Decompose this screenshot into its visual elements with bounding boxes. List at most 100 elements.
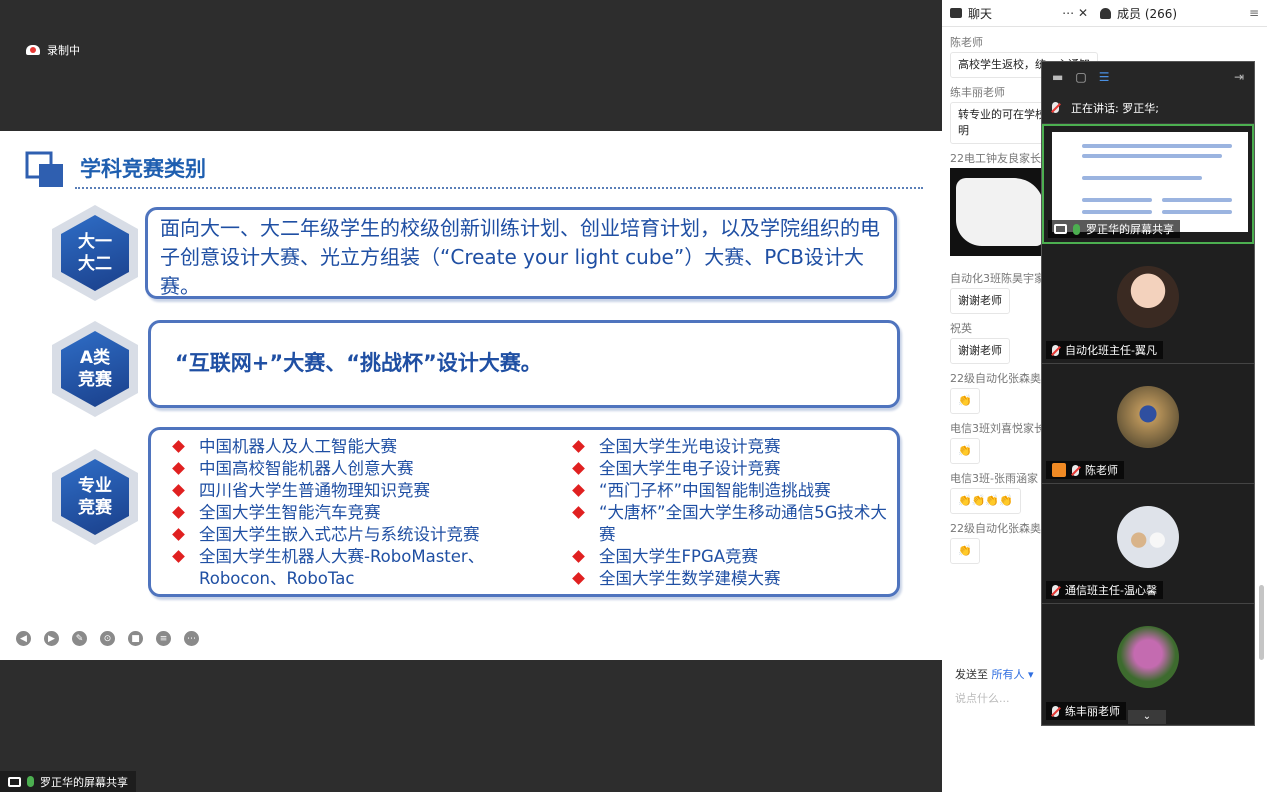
- hex-label: A类: [79, 348, 111, 368]
- hex-label: 专业: [78, 476, 112, 496]
- participant-name: 练丰丽老师: [1065, 705, 1120, 718]
- hex-badge-freshmen: 大一 大二: [52, 205, 138, 301]
- mic-icon: [1073, 223, 1080, 235]
- video-tile-label: 通信班主任-温心馨: [1046, 581, 1163, 599]
- chat-bubble: 谢谢老师: [950, 338, 1010, 364]
- video-tile-participant[interactable]: 通信班主任-温心馨: [1042, 484, 1254, 604]
- list-item: “西门子杯”中国智能制造挑战赛: [571, 480, 891, 502]
- list-item: 全国大学生嵌入式芯片与系统设计竞赛: [171, 524, 571, 546]
- chat-bubble: 👏: [950, 388, 980, 414]
- chat-more-icon[interactable]: ⋯ ✕: [1062, 6, 1088, 20]
- host-icon: [1052, 463, 1066, 477]
- slide-title: 学科竞赛类别: [80, 157, 206, 181]
- tab-members-label: 成员 (266): [1117, 6, 1178, 21]
- muted-mic-icon: [1052, 584, 1059, 596]
- video-panel-toolbar: ▬ ▢ ☰ ⇥: [1042, 62, 1254, 92]
- avatar: [1117, 626, 1179, 688]
- hex-badge-professional: 专业 竞赛: [52, 449, 138, 545]
- list-item: 全国大学生FPGA竞赛: [571, 546, 891, 568]
- chat-bubble: 👏: [950, 438, 980, 464]
- list-item: “大唐杯”全国大学生移动通信5G技术大赛: [571, 502, 891, 546]
- screen-share-icon: [1054, 224, 1067, 234]
- list-item: 全国大学生电子设计竞赛: [571, 458, 891, 480]
- chat-bubble: 👏👏👏👏: [950, 488, 1021, 514]
- chat-bubble: 谢谢老师: [950, 288, 1010, 314]
- hex-label: 大一: [78, 232, 112, 252]
- hex-label: 竞赛: [78, 370, 112, 390]
- more-icon[interactable]: ⋯: [184, 631, 199, 646]
- chat-scrollbar[interactable]: [1259, 585, 1264, 660]
- screen-share-icon: [8, 776, 21, 787]
- video-tile-label: 自动化班主任-翼凡: [1046, 341, 1163, 359]
- pen-icon[interactable]: ✎: [72, 631, 87, 646]
- panel-tabs: 聊天 ⋯ ✕ 成员 (266) ≡: [942, 0, 1267, 27]
- shared-screen-stage: 录制中 学科竞赛类别 大一 大二 A类 竞赛 专业 竞赛 面向大一、大二年级学生…: [0, 0, 942, 792]
- video-tile-label: 陈老师: [1046, 461, 1124, 479]
- tab-members[interactable]: 成员 (266): [1092, 5, 1177, 22]
- members-icon: [1100, 7, 1111, 19]
- prev-slide-icon[interactable]: ◀: [16, 631, 31, 646]
- participant-name: 陈老师: [1085, 464, 1118, 477]
- hex-badge-class-a: A类 竞赛: [52, 321, 138, 417]
- box-freshmen: 面向大一、大二年级学生的校级创新训练计划、创业培育计划，以及学院组织的电子创意设…: [145, 207, 897, 299]
- muted-mic-icon: [1052, 705, 1059, 717]
- zoom-icon[interactable]: ⊙: [100, 631, 115, 646]
- chat-icon: [950, 8, 962, 18]
- send-label: 发送至: [955, 668, 988, 681]
- chat-image[interactable]: [950, 168, 1050, 256]
- title-divider: [75, 187, 923, 189]
- list-item: 全国大学生智能汽车竞赛: [171, 502, 571, 524]
- screen-share-label: 罗正华的屏幕共享: [40, 775, 128, 789]
- slide-logo-icon: [25, 151, 63, 187]
- video-panel: ▬ ▢ ☰ ⇥ 正在讲话: 罗正华; 罗正华的屏幕共享 自动化班主任-翼凡 陈老…: [1041, 61, 1255, 726]
- muted-mic-icon: [1052, 344, 1059, 356]
- cloud-record-icon: [26, 45, 40, 55]
- list-view-icon[interactable]: ☰: [1099, 70, 1110, 84]
- video-tile-label: 练丰丽老师: [1046, 702, 1126, 720]
- send-target-select[interactable]: 所有人 ▾: [992, 668, 1034, 681]
- box-professional: 中国机器人及人工智能大赛 中国高校智能机器人创意大赛 四川省大学生普通物理知识竞…: [148, 427, 900, 597]
- video-tile-screen-share[interactable]: 罗正华的屏幕共享: [1042, 124, 1254, 244]
- participant-name: 自动化班主任-翼凡: [1065, 344, 1157, 357]
- recording-indicator: 录制中: [26, 42, 80, 58]
- recording-label: 录制中: [47, 44, 80, 57]
- avatar: [1117, 506, 1179, 568]
- panel-menu-icon[interactable]: ≡: [1249, 6, 1259, 20]
- speaker-mic-icon: [1052, 102, 1059, 113]
- avatar: [1117, 386, 1179, 448]
- box-freshmen-text: 面向大一、大二年级学生的校级创新训练计划、创业培育计划，以及学院组织的电子创意设…: [160, 216, 880, 298]
- chevron-down-icon[interactable]: ⌄: [1128, 710, 1166, 724]
- collapse-icon[interactable]: ⇥: [1234, 70, 1244, 84]
- window-icon[interactable]: ▢: [1075, 70, 1086, 84]
- list-item: 中国高校智能机器人创意大赛: [171, 458, 571, 480]
- chat-bubble: 👏: [950, 538, 980, 564]
- box-class-a: “互联网+”大赛、“挑战杯”设计大赛。: [148, 320, 900, 408]
- subtitle-icon[interactable]: ≡: [156, 631, 171, 646]
- hex-label: 竞赛: [78, 498, 112, 518]
- list-item: 中国机器人及人工智能大赛: [171, 436, 571, 458]
- list-item: 全国大学生数学建模大赛: [571, 568, 891, 590]
- speaking-indicator: 正在讲话: 罗正华;: [1042, 92, 1254, 124]
- screen-share-thumbnail: [1052, 132, 1248, 232]
- competition-list-left: 中国机器人及人工智能大赛 中国高校智能机器人创意大赛 四川省大学生普通物理知识竞…: [171, 436, 571, 590]
- video-tile-participant[interactable]: 自动化班主任-翼凡: [1042, 244, 1254, 364]
- list-item: 全国大学生机器人大赛-RoboMaster、Robocon、RoboTac: [171, 546, 571, 590]
- mic-icon: [27, 776, 34, 787]
- list-item: 全国大学生光电设计竞赛: [571, 436, 891, 458]
- slide-controls: ◀ ▶ ✎ ⊙ ■ ≡ ⋯: [16, 631, 199, 646]
- meeting-app: 录制中 学科竞赛类别 大一 大二 A类 竞赛 专业 竞赛 面向大一、大二年级学生…: [0, 0, 1267, 792]
- screen-share-badge: 罗正华的屏幕共享: [0, 771, 136, 792]
- presentation-slide: 学科竞赛类别 大一 大二 A类 竞赛 专业 竞赛 面向大一、大二年级学生的校级创…: [0, 131, 942, 660]
- avatar: [1117, 266, 1179, 328]
- tab-chat[interactable]: 聊天 ⋯ ✕: [942, 5, 1092, 22]
- camera-icon[interactable]: ■: [128, 631, 143, 646]
- box-class-a-text: “互联网+”大赛、“挑战杯”设计大赛。: [175, 351, 542, 375]
- video-tile-participant[interactable]: ⌄ 练丰丽老师: [1042, 604, 1254, 724]
- next-slide-icon[interactable]: ▶: [44, 631, 59, 646]
- list-item: 四川省大学生普通物理知识竞赛: [171, 480, 571, 502]
- minimize-icon[interactable]: ▬: [1052, 70, 1063, 84]
- participant-name: 罗正华的屏幕共享: [1086, 223, 1174, 236]
- speaking-text: 正在讲话: 罗正华;: [1071, 101, 1159, 115]
- chat-input[interactable]: 说点什么...: [955, 690, 1010, 706]
- video-tile-participant[interactable]: 陈老师: [1042, 364, 1254, 484]
